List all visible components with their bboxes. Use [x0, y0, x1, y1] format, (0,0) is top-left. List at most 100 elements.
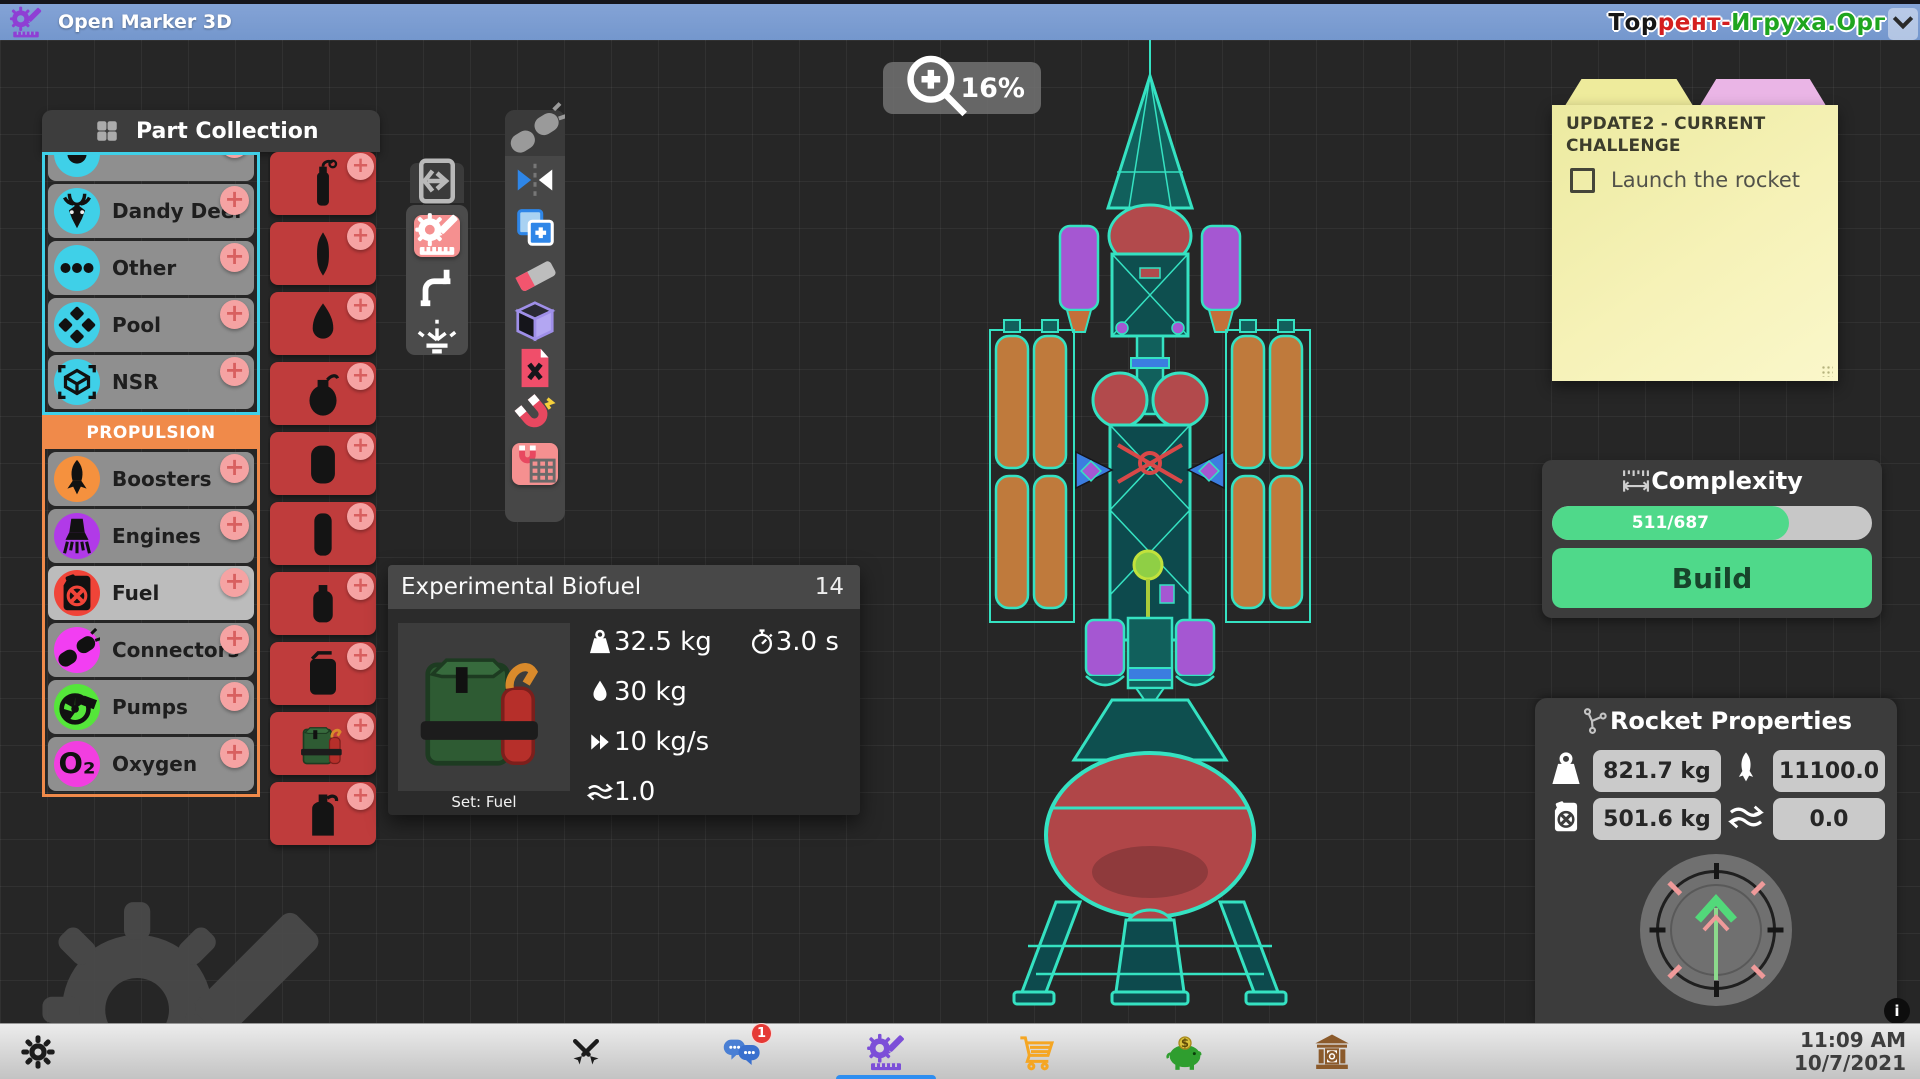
part-thumbnail[interactable]: +	[270, 152, 376, 215]
add-category-button[interactable]: +	[220, 357, 249, 386]
task-checkbox[interactable]	[1570, 168, 1595, 193]
heading-arrow	[1691, 880, 1741, 984]
add-category-button[interactable]: +	[220, 625, 249, 654]
sil-cylinder-icon	[297, 508, 349, 560]
rocket-properties-panel: Rocket Properties 821.7 kg 11100.0 501.6…	[1535, 698, 1897, 1023]
mirror-icon	[512, 157, 558, 207]
collapse-button[interactable]	[1888, 8, 1918, 40]
swap-panel-button[interactable]	[410, 163, 464, 203]
flow-icon	[586, 778, 614, 806]
add-category-button[interactable]: +	[220, 454, 249, 483]
complexity-progress-label: 511/687	[1632, 513, 1709, 533]
part-thumbnail[interactable]: +	[270, 292, 376, 355]
taskbar-battle[interactable]	[562, 1030, 610, 1074]
add-category-button[interactable]: +	[220, 682, 249, 711]
add-part-button[interactable]: +	[347, 363, 374, 390]
category-item-engines[interactable]: Engines +	[48, 509, 254, 563]
app-title: Open Marker 3D	[58, 11, 232, 33]
challenge-note[interactable]: UPDATE2 - CURRENT CHALLENGE Launch the r…	[1552, 105, 1838, 381]
resize-grip[interactable]	[1821, 365, 1833, 377]
rocket-assembly[interactable]	[940, 40, 1360, 1023]
category-item-dandy-deer[interactable]: Dandy Deer +	[48, 184, 254, 238]
tool-rail-left	[406, 205, 468, 355]
titlebar: Open Marker 3D Торрент-Игруха.Орг	[0, 0, 1920, 40]
swap-icon	[410, 154, 464, 212]
add-part-button[interactable]: +	[347, 433, 374, 460]
taskbar-settings[interactable]	[14, 1030, 62, 1074]
add-part-button[interactable]: +	[347, 293, 374, 320]
add-category-button[interactable]: +	[220, 739, 249, 768]
exhaust-icon	[414, 315, 460, 365]
tool-mirror[interactable]	[512, 161, 558, 203]
taskbar-chat[interactable]: 1	[718, 1030, 766, 1074]
tool-magnet[interactable]	[512, 396, 558, 438]
bank-icon	[1312, 1032, 1352, 1072]
deer-icon	[54, 188, 100, 234]
category-item-pumps[interactable]: Pumps +	[48, 680, 254, 734]
tool-copy[interactable]	[512, 208, 558, 250]
tool-delete[interactable]	[512, 349, 558, 391]
rocket-fuel-sphere-right	[1153, 373, 1207, 427]
complexity-panel: Complexity 511/687 Build	[1542, 460, 1882, 618]
add-category-button[interactable]: +	[220, 243, 249, 272]
propulsion-section-header: PROPULSION	[45, 418, 257, 449]
part-thumbnail-list: + + + + + + + + + +	[268, 152, 380, 857]
piggy-icon: $	[1165, 1032, 1205, 1072]
add-part-button[interactable]: +	[347, 713, 374, 740]
rocket-icon	[54, 456, 100, 502]
category-item-nsr[interactable]: NSR +	[48, 355, 254, 409]
part-collection-header[interactable]: Part Collection	[42, 110, 380, 152]
pipe-icon	[414, 263, 460, 313]
info-button[interactable]: i	[1884, 998, 1910, 1024]
add-category-button[interactable]: +	[220, 152, 249, 158]
part-thumbnail[interactable]: +	[270, 712, 376, 775]
build-button[interactable]: Build	[1552, 548, 1872, 608]
add-part-button[interactable]: +	[347, 223, 374, 250]
fuel-can-icon	[1547, 798, 1591, 842]
add-part-button[interactable]: +	[347, 153, 374, 180]
part-thumbnail[interactable]: +	[270, 642, 376, 705]
part-tooltip-header: Experimental Biofuel 14	[388, 565, 860, 609]
droplet-icon	[586, 678, 614, 706]
category-item-fuel[interactable]: Fuel +	[48, 566, 254, 620]
tool-pipe[interactable]	[414, 267, 460, 309]
category-item-boosters[interactable]: Boosters +	[48, 452, 254, 506]
weight-icon	[586, 628, 614, 656]
clock-date: 10/7/2021	[1794, 1052, 1906, 1075]
part-thumbnail[interactable]: +	[270, 502, 376, 565]
add-part-button[interactable]: +	[347, 643, 374, 670]
weight-icon	[1547, 750, 1591, 794]
part-thumbnail[interactable]: +	[270, 782, 376, 845]
tool-cube[interactable]	[512, 302, 558, 344]
part-thumbnail[interactable]: +	[270, 362, 376, 425]
add-category-button[interactable]: +	[220, 511, 249, 540]
sil-propane-icon	[297, 368, 349, 420]
taskbar-museum[interactable]	[1308, 1030, 1356, 1074]
connector-tool-header[interactable]	[505, 110, 565, 156]
category-item-other[interactable]: Other +	[48, 241, 254, 295]
category-item-connectors[interactable]: Connectors +	[48, 623, 254, 677]
notification-badge: 1	[751, 1023, 772, 1044]
tool-eraser[interactable]	[512, 255, 558, 297]
add-category-button[interactable]: +	[220, 186, 249, 215]
tool-exhaust[interactable]	[414, 319, 460, 361]
tool-magnetgrid[interactable]	[512, 443, 558, 485]
add-category-button[interactable]: +	[220, 300, 249, 329]
add-part-button[interactable]: +	[347, 783, 374, 810]
chevron-down-icon	[1888, 7, 1918, 41]
thrust-value: 11100.0	[1773, 750, 1885, 792]
part-thumbnail[interactable]: +	[270, 572, 376, 635]
taskbar-shop[interactable]	[1013, 1030, 1061, 1074]
category-item-pool[interactable]: Pool +	[48, 298, 254, 352]
add-category-button[interactable]: +	[220, 568, 249, 597]
taskbar-piggy-bank[interactable]: $	[1161, 1030, 1209, 1074]
part-thumbnail[interactable]: +	[270, 222, 376, 285]
part-thumbnail[interactable]: +	[270, 432, 376, 495]
add-part-button[interactable]: +	[347, 503, 374, 530]
category-item-oxygen[interactable]: O₂ Oxygen +	[48, 737, 254, 791]
tool-buildlogo-pink[interactable]	[414, 215, 460, 257]
add-part-button[interactable]: +	[347, 573, 374, 600]
zoom-indicator[interactable]: 16%	[883, 62, 1041, 114]
category-item-partial[interactable]: +	[48, 152, 254, 181]
taskbar-workshop[interactable]	[862, 1030, 910, 1074]
